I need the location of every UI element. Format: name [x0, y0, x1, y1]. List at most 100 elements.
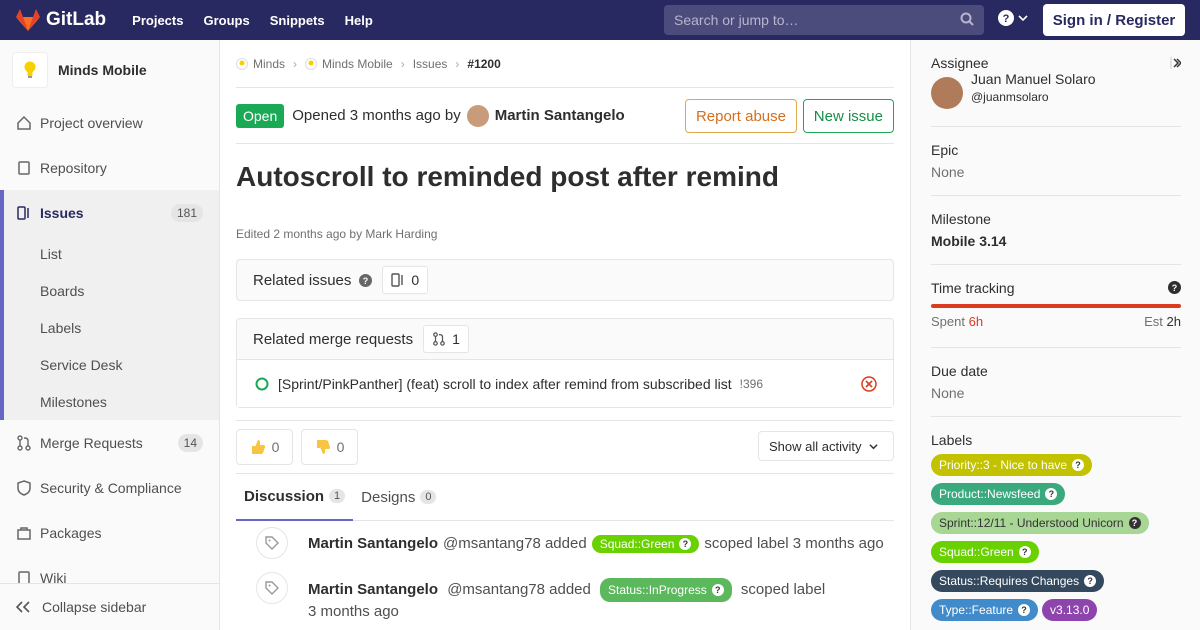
issue-main: Minds › Minds Mobile › Issues › #1200 Op…: [236, 40, 894, 630]
label-pill[interactable]: v3.13.0: [1042, 599, 1098, 621]
tab-count: 1: [329, 489, 346, 503]
sidebar-item-merge-requests[interactable]: Merge Requests 14: [0, 420, 219, 465]
breadcrumb-minds-mobile[interactable]: Minds Mobile: [305, 57, 393, 71]
breadcrumb-label: Minds: [253, 56, 286, 71]
new-issue-button[interactable]: New issue: [802, 99, 894, 133]
note-handle: @msantang78 added: [447, 581, 591, 598]
nav-projects[interactable]: Projects: [132, 13, 183, 28]
svg-text:?: ?: [1003, 13, 1010, 25]
svg-text:?: ?: [363, 276, 369, 286]
sidebar-subitem-milestones[interactable]: Milestones: [4, 383, 219, 420]
label-text: v3.13.0: [1050, 603, 1090, 617]
note-body: Martin Santangelo @msantang78 added Stat…: [308, 578, 825, 622]
issue-right-sidebar: Assignee Juan Manuel Solaro @juanmsolaro…: [910, 40, 1200, 630]
sidebar-item-repository[interactable]: Repository: [0, 145, 219, 190]
issue-author[interactable]: Martin Santangelo: [495, 107, 625, 124]
label-pill[interactable]: Type::Feature?: [931, 599, 1039, 621]
thumbsdown-count: 0: [336, 439, 345, 455]
question-icon[interactable]: ?: [1168, 281, 1181, 294]
merge-request-icon: [16, 434, 32, 451]
label-pill[interactable]: Sprint::12/11 - Understood Unicorn?: [931, 512, 1149, 534]
due-date-title: Due date: [931, 363, 988, 379]
time-tracking-progress-bar: [931, 304, 1181, 308]
question-icon: ?: [1018, 546, 1031, 558]
nav-groups[interactable]: Groups: [203, 13, 249, 28]
help-dropdown[interactable]: ?: [998, 10, 1028, 26]
thumbsdown-button[interactable]: 0: [301, 429, 358, 465]
list-item[interactable]: [Sprint/PinkPanther] (feat) scroll to in…: [237, 359, 893, 407]
avatar[interactable]: [466, 104, 489, 127]
tag-icon: [256, 527, 288, 559]
question-icon[interactable]: ?: [359, 273, 373, 287]
sidebar-item-security[interactable]: Security & Compliance: [0, 465, 219, 510]
project-header[interactable]: Minds Mobile: [0, 40, 219, 100]
breadcrumb-separator: ›: [455, 56, 460, 71]
sign-in-button[interactable]: Sign in / Register: [1043, 4, 1185, 36]
system-note: Martin Santangelo @msantang78 added Stat…: [236, 566, 894, 626]
breadcrumb-current-issue[interactable]: #1200: [467, 57, 500, 71]
merge-request-title[interactable]: [Sprint/PinkPanther] (feat) scroll to in…: [278, 376, 732, 392]
merge-request-icon: [433, 332, 445, 346]
question-icon: ?: [1084, 575, 1097, 587]
double-chevron-left-icon: [16, 601, 30, 613]
assignee-name[interactable]: Juan Manuel Solaro: [971, 71, 1096, 87]
avatar[interactable]: [931, 77, 963, 109]
related-mrs-count[interactable]: 1: [423, 325, 469, 353]
related-issues-count[interactable]: 0: [382, 266, 429, 294]
question-icon: ?: [1018, 604, 1031, 616]
scoped-label[interactable]: Squad::Green ?: [591, 534, 700, 553]
sidebar-subitem-labels[interactable]: Labels: [4, 309, 219, 346]
sidebar-item-project-overview[interactable]: Project overview: [0, 100, 219, 145]
opened-text: Opened 3 months ago by: [292, 107, 461, 124]
sidebar-subitem-service-desk[interactable]: Service Desk: [4, 346, 219, 383]
question-icon: ?: [1072, 459, 1085, 471]
close-icon[interactable]: [861, 376, 877, 392]
question-icon: ?: [1128, 517, 1141, 529]
sidebar-item-label: Project overview: [40, 114, 143, 131]
breadcrumb-minds[interactable]: Minds: [236, 57, 285, 71]
thumbsup-button[interactable]: 0: [236, 429, 293, 465]
question-icon: ?: [998, 10, 1014, 26]
count-label: 1: [452, 331, 460, 347]
question-icon: ?: [711, 584, 724, 596]
breadcrumb-separator: ›: [400, 56, 405, 71]
report-abuse-button[interactable]: Report abuse: [684, 99, 797, 133]
activity-filter-dropdown[interactable]: Show all activity: [758, 431, 894, 461]
sidebar-item-label: Merge Requests: [40, 434, 143, 451]
svg-text:?: ?: [1172, 283, 1178, 293]
sidebar-subitem-list[interactable]: List: [4, 235, 219, 272]
tab-discussion[interactable]: Discussion 1: [236, 473, 354, 521]
sidebar-item-packages[interactable]: Packages: [0, 510, 219, 555]
sidebar-subitem-boards[interactable]: Boards: [4, 272, 219, 309]
question-icon: ?: [679, 537, 692, 550]
milestone-value[interactable]: Mobile 3.14: [931, 233, 1181, 249]
gitlab-logo[interactable]: GitLab: [16, 9, 106, 31]
collapse-right-sidebar-icon[interactable]: [1169, 57, 1181, 69]
collapse-sidebar-button[interactable]: Collapse sidebar: [0, 583, 219, 630]
label-pill[interactable]: Priority::3 - Nice to have?: [931, 454, 1093, 476]
project-avatar: [12, 52, 48, 88]
tab-designs[interactable]: Designs 0: [353, 473, 444, 521]
issue-tabs: Discussion 1 Designs 0: [236, 473, 894, 521]
breadcrumb-label: Minds Mobile: [322, 56, 393, 71]
label-pill[interactable]: Product::Newsfeed?: [931, 483, 1066, 505]
nav-snippets[interactable]: Snippets: [270, 13, 325, 28]
note-author[interactable]: Martin Santangelo: [308, 581, 438, 598]
search-input[interactable]: [674, 12, 944, 28]
breadcrumb-issues[interactable]: Issues: [413, 57, 448, 71]
search-icon[interactable]: [960, 12, 974, 26]
sidebar-item-issues[interactable]: Issues 181: [0, 190, 219, 235]
due-date-value: None: [931, 385, 965, 401]
label-pill[interactable]: Status::Requires Changes?: [931, 570, 1105, 592]
label-text: Status::Requires Changes: [939, 574, 1080, 588]
nav-help[interactable]: Help: [345, 13, 373, 28]
count-label: 0: [411, 272, 420, 288]
top-navbar: GitLab Projects Groups Snippets Help ? S…: [0, 0, 1200, 40]
label-pill[interactable]: Squad::Green?: [931, 541, 1039, 563]
tag-icon: [256, 572, 288, 604]
issue-title: Autoscroll to reminded post after remind: [236, 161, 779, 192]
note-author[interactable]: Martin Santangelo: [308, 535, 438, 552]
scoped-label[interactable]: Status::InProgress ?: [600, 578, 732, 602]
labels-list: Priority::3 - Nice to have?Product::News…: [931, 454, 1181, 628]
issue-header: Open Opened 3 months ago by Martin Santa…: [236, 88, 894, 144]
